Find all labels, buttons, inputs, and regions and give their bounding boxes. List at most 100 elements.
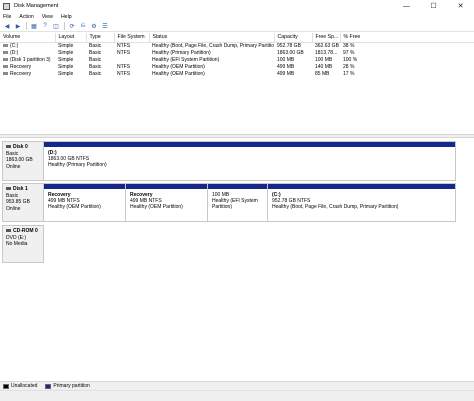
capacity-cell: 499 MB: [277, 63, 295, 70]
disk-name: Disk 1: [13, 186, 28, 192]
layout-cell: Simple: [58, 49, 74, 56]
volume-list-header: Volume Layout Type File System Status Ca…: [0, 33, 474, 43]
partition-body: (C:) 952.78 GB NTFS Healthy (Boot, Page …: [268, 189, 455, 213]
status-cell: Healthy (Boot, Page File, Crash Dump, Pr…: [152, 42, 274, 49]
rescan-icon[interactable]: ⎌: [79, 22, 87, 30]
table-row[interactable]: (D:) Simple Basic NTFS Healthy (Primary …: [0, 49, 474, 56]
column-header-volume[interactable]: Volume: [0, 33, 56, 43]
partition-c[interactable]: (C:) 952.78 GB NTFS Healthy (Boot, Page …: [268, 184, 455, 221]
partition-efi[interactable]: 100 MB Healthy (EFI System Partition): [208, 184, 268, 221]
partition-recovery[interactable]: Recovery 499 MB NTFS Healthy (OEM Partit…: [44, 184, 126, 221]
column-header-file-system[interactable]: File System: [114, 33, 150, 43]
toolbar-separator: [64, 22, 65, 30]
volume-cell: Recovery: [0, 63, 55, 70]
back-icon[interactable]: ◀: [3, 22, 11, 30]
partition-body: 100 MB Healthy (EFI System Partition): [208, 189, 267, 213]
volume-cell: (C:): [0, 42, 55, 49]
disk-status: Online: [6, 205, 21, 212]
table-row[interactable]: Recovery Simple Basic NTFS Healthy (OEM …: [0, 63, 474, 70]
volume-name: (C:): [10, 42, 19, 49]
percent-free-cell: 97 %: [343, 49, 355, 56]
column-header-percent-free[interactable]: % Free: [340, 33, 474, 43]
free-space-cell: 85 MB: [315, 70, 330, 77]
capacity-cell: 1863.00 GB: [277, 49, 304, 56]
file-system-cell: NTFS: [117, 42, 131, 49]
cdrom-icon: [6, 229, 11, 233]
partition-status: Healthy (EFI System Partition): [212, 198, 258, 210]
capacity-cell: 100 MB: [277, 56, 295, 63]
close-button[interactable]: ✕: [447, 0, 474, 12]
disk-0-label[interactable]: Disk 0 Basic 1863.00 GB Online: [2, 141, 44, 181]
column-header-status[interactable]: Status: [149, 33, 275, 43]
file-system-cell: NTFS: [117, 63, 131, 70]
disk-status: Online: [6, 163, 21, 170]
percent-free-cell: 38 %: [343, 42, 355, 49]
settings-icon[interactable]: ⚙: [90, 22, 98, 30]
refresh-icon[interactable]: ⟳: [68, 22, 76, 30]
unallocated-swatch: [3, 383, 9, 389]
legend-label: Unallocated: [11, 383, 38, 389]
capacity-cell: 499 MB: [277, 70, 295, 77]
volume-icon: [3, 50, 8, 54]
disk-1-row: Disk 1 Basic 953.85 GB Online Recovery 4…: [2, 183, 456, 222]
minimize-button[interactable]: —: [393, 0, 420, 12]
table-row[interactable]: Recovery Simple Basic NTFS Healthy (OEM …: [0, 70, 474, 77]
legend-label: Primary partition: [53, 383, 90, 389]
menu-action[interactable]: Action: [19, 14, 33, 20]
volume-icon: [3, 43, 8, 47]
partition-recovery[interactable]: Recovery 499 MB NTFS Healthy (OEM Partit…: [126, 184, 208, 221]
volume-list-icon[interactable]: ▦: [30, 22, 38, 30]
partition-body: Recovery 499 MB NTFS Healthy (OEM Partit…: [44, 189, 125, 213]
layout-cell: Simple: [58, 56, 74, 63]
column-header-type[interactable]: Type: [86, 33, 115, 43]
partition-status: Healthy (Boot, Page File, Crash Dump, Pr…: [272, 204, 399, 210]
layout-cell: Simple: [58, 70, 74, 77]
disk-1-partitions: Recovery 499 MB NTFS Healthy (OEM Partit…: [44, 183, 456, 222]
disk-1-label[interactable]: Disk 1 Basic 953.85 GB Online: [2, 183, 44, 222]
volume-icon: [3, 71, 8, 75]
primary-partition-swatch: [45, 383, 52, 389]
disk-icon: [6, 145, 11, 149]
partition-body: (D:) 1863.00 GB NTFS Healthy (Primary Pa…: [44, 147, 455, 171]
volume-name: (D:): [10, 49, 19, 56]
disk-status: No Media: [6, 241, 28, 247]
column-header-layout[interactable]: Layout: [55, 33, 87, 43]
menu-view[interactable]: View: [42, 14, 53, 20]
free-space-cell: 140 MB: [315, 63, 333, 70]
cdrom-0-row: CD-ROM 0 DVD (E:) No Media: [2, 225, 456, 263]
status-bar: [0, 390, 474, 401]
free-space-cell: 100 MB: [315, 56, 333, 63]
properties-icon[interactable]: ☰: [101, 22, 109, 30]
partition-body: Recovery 499 MB NTFS Healthy (OEM Partit…: [126, 189, 207, 213]
disk-graphical-view: Disk 0 Basic 1863.00 GB Online (D:) 1863…: [0, 139, 474, 380]
percent-free-cell: 17 %: [343, 70, 355, 77]
volume-name: Recovery: [10, 63, 32, 70]
menu-help[interactable]: Help: [61, 14, 72, 20]
table-row[interactable]: (C:) Simple Basic NTFS Healthy (Boot, Pa…: [0, 42, 474, 49]
table-row[interactable]: (Disk 1 partition 3) Simple Basic Health…: [0, 56, 474, 63]
disk-properties-icon[interactable]: ◫: [52, 22, 60, 30]
pane-splitter[interactable]: [0, 134, 474, 138]
menu-file[interactable]: File: [3, 14, 11, 20]
cdrom-0-label[interactable]: CD-ROM 0 DVD (E:) No Media: [2, 225, 44, 263]
help-icon[interactable]: ?: [41, 22, 49, 30]
volume-cell: Recovery: [0, 70, 55, 77]
column-header-free-space[interactable]: Free Sp...: [312, 33, 341, 43]
window-controls: — ☐ ✕: [393, 0, 474, 12]
status-cell: Healthy (Primary Partition): [152, 49, 211, 56]
window-title: Disk Management: [14, 3, 59, 9]
file-system-cell: [114, 56, 149, 63]
legend-item-primary-partition: Primary partition: [45, 383, 90, 389]
status-cell: Healthy (EFI System Partition): [152, 56, 220, 63]
forward-icon[interactable]: ▶: [14, 22, 22, 30]
disk-name: CD-ROM 0: [13, 228, 38, 234]
layout-cell: Simple: [58, 42, 74, 49]
volume-name: Recovery: [10, 70, 32, 77]
partition-status: Healthy (OEM Partition): [130, 204, 183, 210]
capacity-cell: 952.78 GB: [277, 42, 301, 49]
disk-management-app-icon: [3, 2, 10, 10]
maximize-button[interactable]: ☐: [420, 0, 447, 12]
partition-d[interactable]: (D:) 1863.00 GB NTFS Healthy (Primary Pa…: [44, 142, 455, 180]
column-header-capacity[interactable]: Capacity: [274, 33, 313, 43]
legend-item-unallocated: Unallocated: [3, 383, 37, 389]
